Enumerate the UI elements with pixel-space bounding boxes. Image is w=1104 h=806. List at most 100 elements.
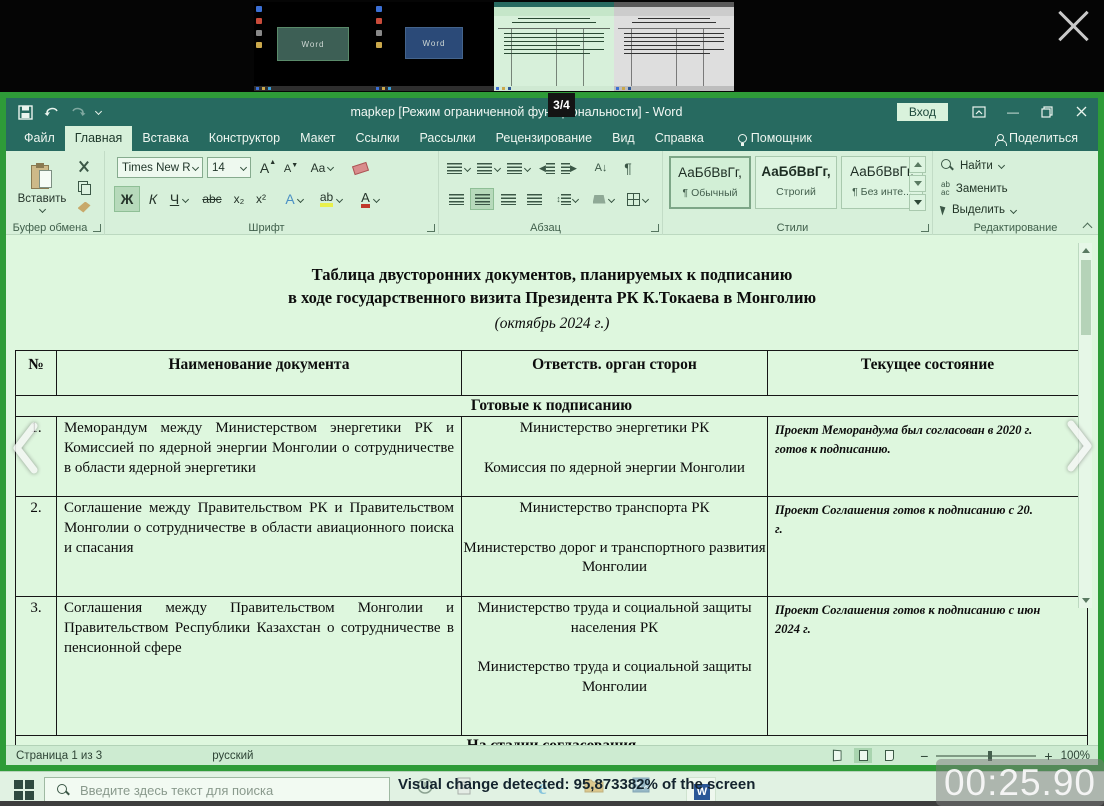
tab-references[interactable]: Ссылки [345,126,409,151]
print-layout-icon[interactable] [854,748,872,763]
doc-title-line2: в ходе государственного визита Президент… [6,288,1098,308]
close-button[interactable] [1064,98,1098,125]
increase-indent-button[interactable]: ▶ [559,159,579,177]
superscript-button[interactable]: x² [251,187,271,211]
tab-help[interactable]: Справка [645,126,714,151]
bold-button[interactable]: Ж [115,187,139,211]
justify-button[interactable] [523,189,545,209]
show-paragraph-marks-button[interactable]: ¶ [619,159,637,177]
prev-screenshot-icon[interactable] [8,418,42,483]
minimize-button[interactable]: — [996,98,1030,125]
copy-button[interactable] [74,179,94,195]
numbering-button[interactable] [475,159,501,177]
align-left-button[interactable] [445,189,467,209]
justify-icon [527,194,542,205]
borders-button[interactable] [623,189,651,209]
style-strict[interactable]: АаБбВвГг, Строгий [755,156,837,209]
tab-layout[interactable]: Макет [290,126,345,151]
bullets-button[interactable] [445,159,471,177]
styles-scroll-down-icon[interactable] [909,175,926,192]
start-button[interactable] [14,780,34,800]
style-normal[interactable]: АаБбВвГг, ¶ Обычный [669,156,751,209]
tab-review[interactable]: Рецензирование [486,126,603,151]
timer-overlay: 00:25.90 [936,759,1104,806]
align-center-button[interactable] [471,189,493,209]
font-name-combo[interactable]: Times New R [117,157,203,178]
customize-qat-icon[interactable] [95,108,102,115]
tab-home[interactable]: Главная [65,126,133,151]
select-button[interactable]: Выделить [941,204,1016,216]
section-title[interactable]: Готовые к подписанию [16,396,1088,417]
styles-gallery-more-icon[interactable] [909,194,926,211]
ribbon-display-options-icon[interactable] [962,98,996,125]
zoom-slider[interactable] [936,755,1036,757]
save-icon[interactable] [18,105,34,119]
restore-button[interactable] [1030,98,1064,125]
scrollbar-thumb[interactable] [1081,260,1091,335]
search-placeholder: Введите здесь текст для поиска [80,783,273,798]
highlight-color-button[interactable]: ab [313,187,349,211]
styles-scroll-up-icon[interactable] [909,156,926,173]
tab-view[interactable]: Вид [602,126,645,151]
tab-design[interactable]: Конструктор [199,126,290,151]
thumbnail-2-word-splash[interactable]: Word [374,2,494,91]
strikethrough-button[interactable]: abc [197,187,227,211]
scroll-down-icon[interactable] [1080,594,1092,607]
zoom-out-button[interactable]: − [920,748,928,764]
subscript-button[interactable]: x₂ [229,187,249,211]
shrink-font-button[interactable]: A▼ [281,159,301,178]
multilevel-list-button[interactable] [505,159,531,177]
align-right-button[interactable] [497,189,519,209]
undo-icon[interactable] [44,105,60,119]
cut-button[interactable] [74,159,94,175]
font-color-button[interactable]: А [353,187,387,211]
thumbnail-1-word-splash[interactable]: Word [254,2,374,91]
group-label-clipboard: Буфер обмена [6,222,94,234]
clear-formatting-button[interactable] [349,160,371,176]
share-button[interactable]: Поделиться [985,126,1088,151]
font-dialog-launcher[interactable] [427,224,435,232]
thumbnail-4-document-gray[interactable] [614,2,734,91]
tab-file[interactable]: Файл [14,126,65,151]
thumbnail-3-document-green[interactable] [494,2,614,91]
scroll-up-icon[interactable] [1080,244,1092,257]
page-indicator[interactable]: Страница 1 из 3 [6,750,112,762]
grow-font-button[interactable]: A▲ [257,157,279,178]
signin-button[interactable]: Вход [897,103,948,121]
shading-button[interactable] [589,189,617,209]
multilevel-list-icon [507,163,522,174]
decrease-indent-button[interactable]: ◀ [537,159,557,177]
paragraph-dialog-launcher[interactable] [651,224,659,232]
language-indicator[interactable]: русский [202,750,263,762]
collapse-ribbon-icon[interactable] [1083,222,1093,230]
header-organ: Ответств. орган сторон [462,351,768,396]
read-mode-icon[interactable] [828,748,846,763]
paste-button[interactable]: Вставить [16,155,68,219]
tab-insert[interactable]: Вставка [132,126,198,151]
web-layout-icon[interactable] [880,748,898,763]
section-title[interactable]: На стадии согласования [16,736,1088,746]
clipboard-dialog-launcher[interactable] [93,224,101,232]
tab-mailings[interactable]: Рассылки [409,126,485,151]
tab-assistant[interactable]: Помощник [728,126,822,151]
font-color-icon: А [361,191,370,208]
sort-button[interactable]: А↓ [589,159,613,177]
styles-dialog-launcher[interactable] [921,224,929,232]
close-viewer-icon[interactable] [1056,6,1090,40]
search-icon [57,784,70,797]
taskbar-search-input[interactable]: Введите здесь текст для поиска [44,777,390,803]
line-spacing-button[interactable]: ↕ [553,189,581,209]
document-page[interactable]: Таблица двусторонних документов, планиру… [6,235,1098,745]
group-font: Times New R 14 A▲ A▼ Aa Ж К Ч abc x₂ x² … [105,151,439,235]
change-case-button[interactable]: Aa [307,157,337,178]
replace-button[interactable]: abac Заменить [941,181,1008,197]
italic-button[interactable]: К [143,187,163,211]
redo-icon[interactable] [70,105,86,119]
highlighter-icon: ab [320,191,333,207]
text-effects-button[interactable]: А [279,187,309,211]
format-painter-button[interactable] [74,199,94,215]
find-button[interactable]: Найти [941,159,1004,172]
font-size-combo[interactable]: 14 [207,157,251,178]
underline-button[interactable]: Ч [165,187,193,211]
next-screenshot-icon[interactable] [1063,416,1097,481]
